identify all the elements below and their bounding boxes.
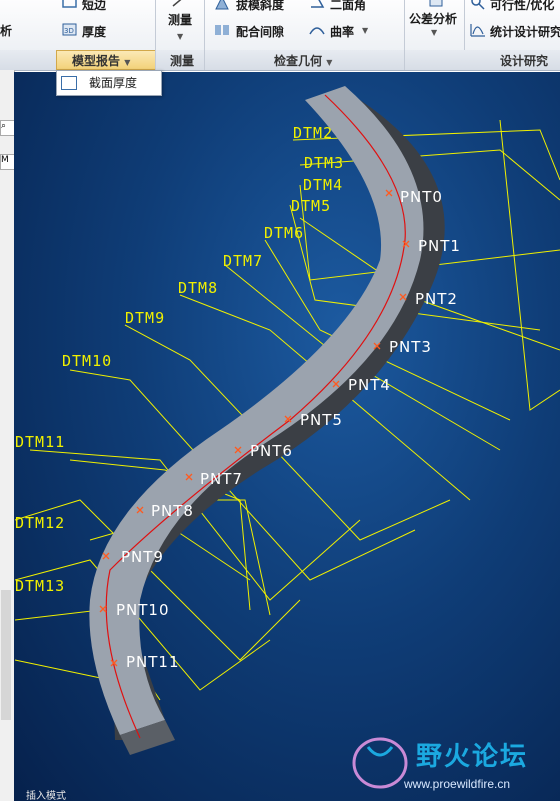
mode-indicator: 插入模式 (26, 791, 66, 802)
datum-label[interactable]: DTM11 (15, 433, 65, 451)
datum-label[interactable]: DTM8 (178, 279, 218, 297)
point-label[interactable]: PNT8 (151, 502, 194, 520)
curvature-button[interactable]: 曲率 (330, 23, 354, 40)
point-label[interactable]: PNT6 (250, 442, 293, 460)
datum-label[interactable]: DTM5 (291, 197, 331, 215)
datum-label[interactable]: DTM2 (293, 124, 333, 142)
tolerance-icon (428, 0, 444, 8)
left-panel-strip[interactable]: ⌕ M (0, 70, 15, 801)
watermark-title: 野火论坛 (416, 742, 529, 772)
point-label[interactable]: PNT10 (116, 601, 170, 619)
datum-label[interactable]: DTM7 (223, 252, 263, 270)
search-icon[interactable]: ⌕ (0, 120, 15, 136)
curvature-icon (309, 22, 325, 36)
point-label[interactable]: PNT0 (400, 188, 443, 206)
group-measure[interactable]: 测量 (170, 52, 194, 69)
measure-dropdown-icon[interactable]: ▼ (177, 32, 183, 41)
model-graphics: DTM2 DTM3 DTM4 DTM5 DTM6 DTM7 DTM8 DTM9 … (14, 86, 560, 755)
draft-icon (214, 0, 230, 10)
ribbon: 析 短边 3D 厚度 测量 ▼ 拔模斜度 配合间隙 二面角 曲率 ▼ 公差分析 … (0, 0, 560, 70)
statistics-icon (470, 22, 486, 37)
model-tree-icon[interactable]: M (0, 154, 15, 170)
section-thickness-icon (61, 76, 77, 90)
datum-label[interactable]: DTM12 (15, 514, 65, 532)
point-label[interactable]: PNT3 (389, 338, 432, 356)
point-label[interactable]: PNT1 (418, 237, 461, 255)
datum-label[interactable]: DTM10 (62, 352, 112, 370)
thickness-icon: 3D (62, 22, 78, 36)
trim-icon (62, 0, 78, 8)
analysis-button[interactable]: 析 (0, 22, 12, 39)
sweep-body-top (89, 86, 424, 735)
measure-button[interactable]: 测量 (168, 11, 192, 28)
group-model-report[interactable]: 模型报告 ▼ (72, 52, 130, 69)
tolerance-dropdown-icon[interactable]: ▼ (431, 28, 437, 37)
measure-icon (171, 0, 187, 8)
svg-text:3D: 3D (64, 27, 74, 35)
point-label[interactable]: PNT9 (121, 548, 164, 566)
datum-label[interactable]: DTM6 (264, 224, 304, 242)
graphics-viewport[interactable]: DTM2 DTM3 DTM4 DTM5 DTM6 DTM7 DTM8 DTM9 … (14, 72, 560, 801)
curvature-dropdown-icon[interactable]: ▼ (362, 26, 368, 35)
group-design-study[interactable]: 设计研究 (500, 52, 548, 69)
datum-label[interactable]: DTM13 (15, 577, 65, 595)
clearance-button[interactable]: 配合间隙 (236, 23, 284, 40)
point-label[interactable]: PNT11 (126, 653, 180, 671)
point-label[interactable]: PNT4 (348, 376, 391, 394)
statistical-design-button[interactable]: 统计设计研究 (490, 23, 560, 40)
clearance-icon (214, 22, 230, 36)
dihedral-icon (309, 0, 325, 9)
tolerance-analysis-button[interactable]: 公差分析 (409, 10, 457, 27)
point-label[interactable]: PNT7 (200, 470, 243, 488)
point-label[interactable]: PNT5 (300, 411, 343, 429)
thickness-button[interactable]: 厚度 (82, 23, 106, 40)
feasibility-icon (470, 0, 486, 10)
scrollbar[interactable] (1, 590, 11, 720)
datum-label[interactable]: DTM3 (304, 154, 344, 172)
datum-label[interactable]: DTM4 (303, 176, 343, 194)
section-thickness-item[interactable]: 截面厚度 (89, 74, 137, 91)
point-label[interactable]: PNT2 (415, 290, 458, 308)
datum-label[interactable]: DTM9 (125, 309, 165, 327)
draft-button[interactable]: 拔模斜度 (236, 0, 284, 13)
watermark-url: www.proewildfire.cn (404, 777, 511, 791)
dihedral-button[interactable]: 二面角 (330, 0, 366, 13)
model-report-dropdown: 截面厚度 (56, 70, 162, 96)
short-edge-button[interactable]: 短边 (82, 0, 106, 13)
feasibility-button[interactable]: 可行性/优化 (490, 0, 554, 13)
group-inspect-geometry[interactable]: 检查几何 ▼ (274, 52, 332, 69)
